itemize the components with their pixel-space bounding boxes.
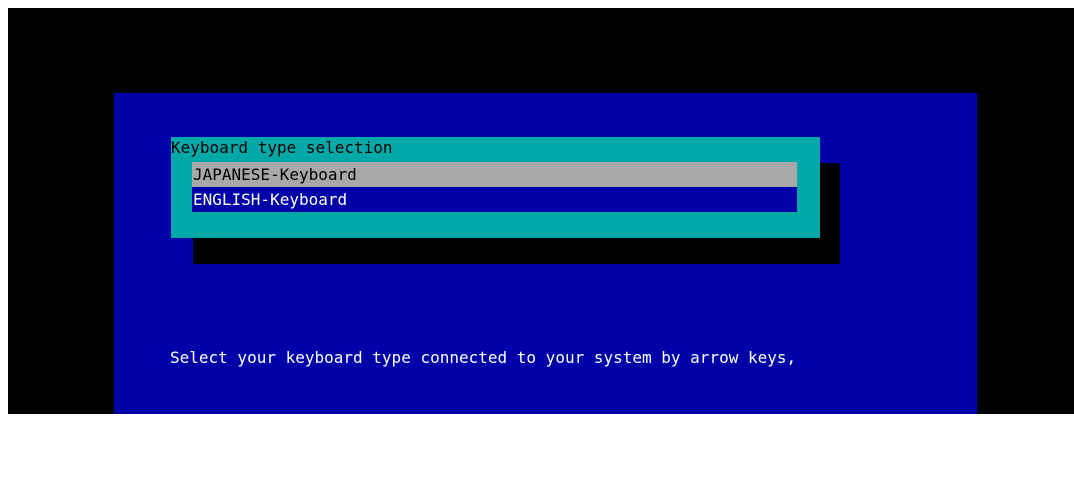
instructions-line-1: Select your keyboard type connected to y… [170, 348, 797, 367]
dialog-title: Keyboard type selection [171, 138, 393, 157]
option-japanese-keyboard[interactable]: JAPANESE-Keyboard [192, 162, 797, 187]
instructions-text: Select your keyboard type connected to y… [170, 290, 796, 479]
keyboard-selection-dialog: Keyboard type selection JAPANESE-Keyboar… [171, 137, 820, 238]
instructions-line-2: then press the Enter key. [170, 429, 411, 448]
option-english-keyboard[interactable]: ENGLISH-Keyboard [192, 187, 797, 212]
